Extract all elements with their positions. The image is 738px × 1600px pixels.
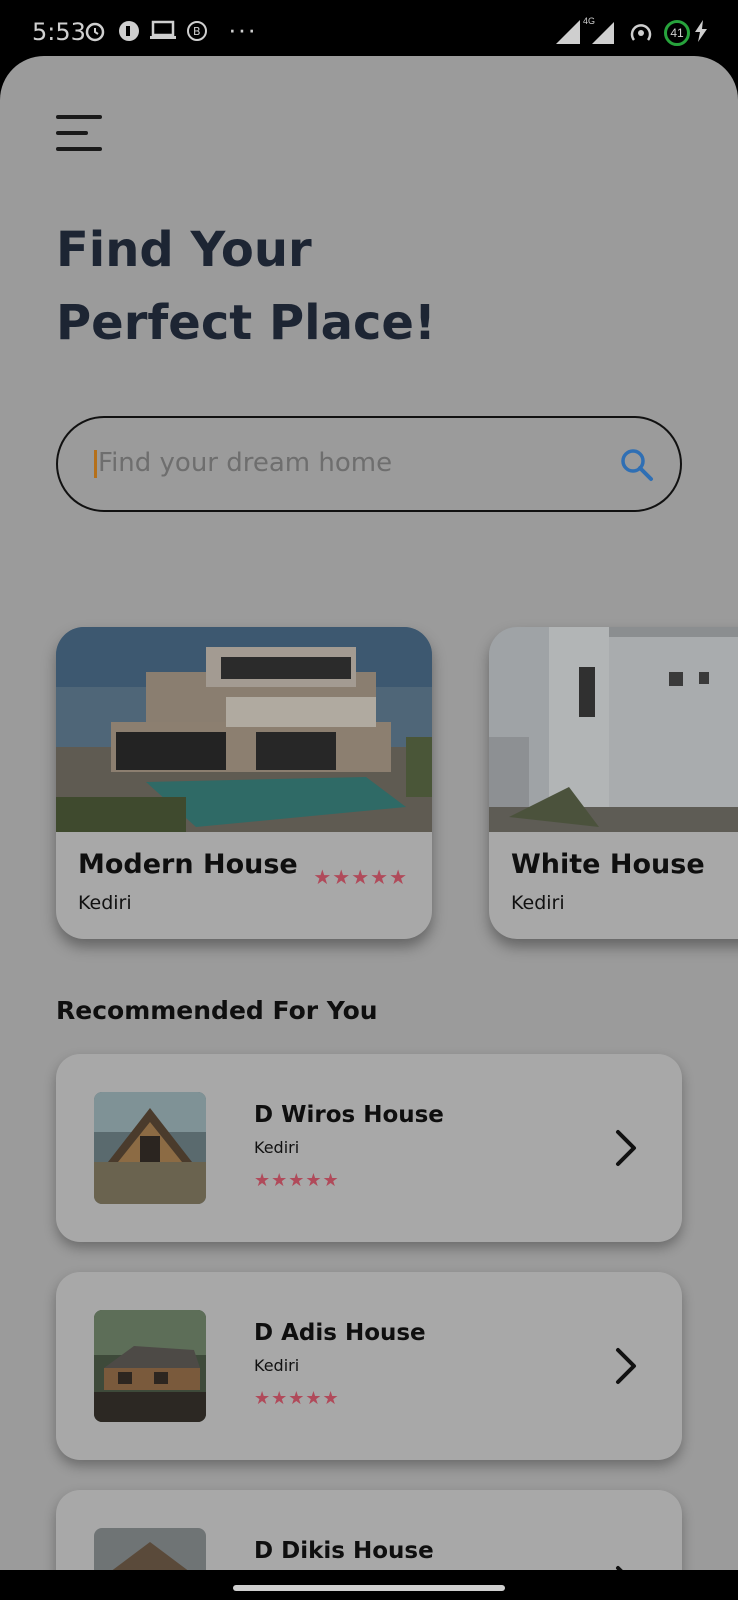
star-rating: ★★★★★ — [254, 1388, 340, 1408]
search-placeholder: Find your dream home — [98, 448, 393, 478]
title-line-2: Perfect Place! — [56, 295, 436, 351]
search-icon[interactable] — [618, 446, 654, 482]
status-time: 5:53 — [32, 18, 86, 46]
featured-name: Modern House — [78, 849, 298, 880]
more-notifications-icon: ··· — [228, 14, 257, 44]
battery-icon: 41 — [664, 20, 690, 46]
modern-house-photo — [56, 627, 432, 832]
section-title-recommended: Recommended For You — [56, 996, 378, 1025]
search-input[interactable]: Find your dream home — [56, 416, 682, 512]
alarm-icon — [85, 22, 105, 42]
laptop-icon — [150, 20, 176, 39]
house-thumbnail — [94, 1092, 206, 1204]
home-indicator[interactable] — [233, 1585, 505, 1591]
recommended-item[interactable]: D Wiros House Kediri ★★★★★ — [56, 1054, 682, 1242]
app-screen: Find Your Perfect Place! Find your dream… — [0, 56, 738, 1570]
signal-icon — [556, 20, 580, 44]
item-name: D Adis House — [254, 1320, 426, 1346]
featured-card-modern-house[interactable]: Modern House Kediri ★★★★★ — [56, 627, 432, 939]
item-location: Kediri — [254, 1356, 300, 1375]
house-thumbnail — [94, 1310, 206, 1422]
title-line-1: Find Your — [56, 222, 312, 278]
svg-text:B: B — [193, 25, 201, 38]
featured-card-white-house[interactable]: White House Kediri — [489, 627, 738, 939]
star-rating: ★★★★★ — [313, 867, 408, 889]
recommended-item[interactable]: D Dikis House — [56, 1490, 682, 1570]
star-rating: ★★★★★ — [254, 1170, 340, 1190]
chevron-right-icon[interactable] — [614, 1128, 638, 1168]
house-thumbnail — [94, 1528, 206, 1570]
charging-icon — [695, 20, 707, 42]
signal-2-icon — [592, 22, 614, 44]
menu-icon[interactable] — [56, 115, 102, 151]
featured-location: Kediri — [78, 892, 132, 914]
status-bar: 5:53 B ··· 4G 41 — [0, 0, 738, 56]
item-location: Kediri — [254, 1138, 300, 1157]
white-house-photo — [489, 627, 738, 832]
page-title: Find Your Perfect Place! — [56, 214, 436, 360]
text-cursor — [94, 450, 97, 478]
b-badge-icon: B — [187, 21, 207, 41]
recommended-item[interactable]: D Adis House Kediri ★★★★★ — [56, 1272, 682, 1460]
featured-name: White House — [511, 849, 705, 880]
item-name: D Wiros House — [254, 1102, 444, 1128]
chevron-right-icon[interactable] — [614, 1346, 638, 1386]
hotspot-icon — [630, 24, 652, 41]
featured-location: Kediri — [511, 892, 565, 914]
app-notification-icon — [119, 21, 139, 41]
item-name: D Dikis House — [254, 1538, 434, 1564]
